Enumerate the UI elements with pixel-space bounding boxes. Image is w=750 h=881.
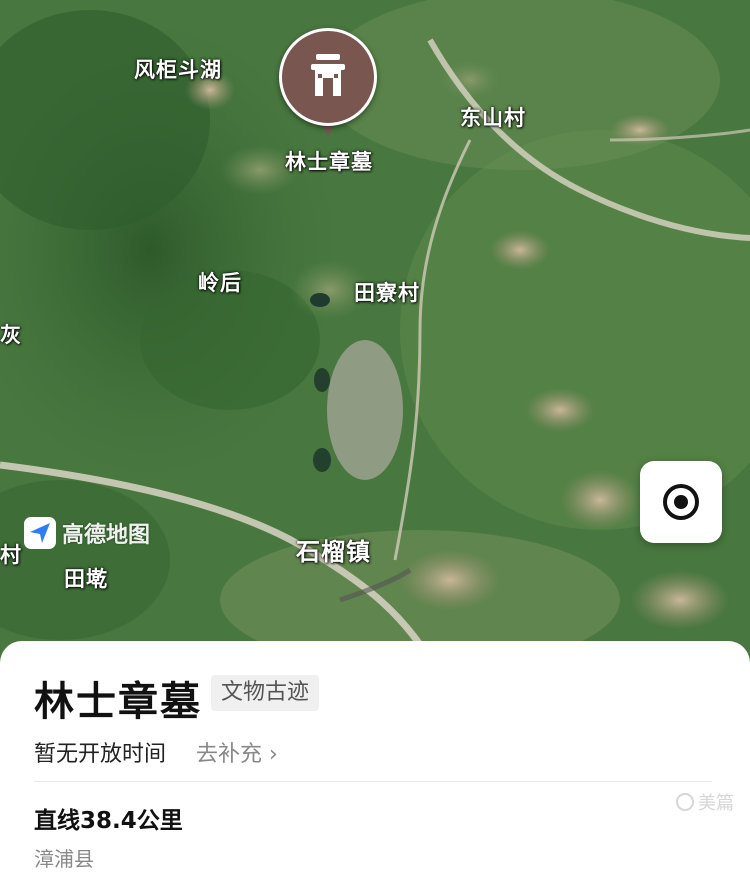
opening-hours-text: 暂无开放时间 (34, 742, 167, 767)
watermark-text: 美篇 (698, 793, 734, 814)
poi-marker[interactable] (279, 28, 377, 140)
place-label-linghou[interactable]: 岭后 (198, 267, 242, 297)
distance-text: 直线38.4公里 (34, 808, 183, 834)
poi-category-tag: 文物古迹 (211, 675, 320, 711)
poi-marker-label[interactable]: 林士章墓 (279, 146, 379, 176)
poi-info-card[interactable]: 林士章墓 文物古迹 暂无开放时间 去补充 › 直线38.4公里 漳浦县 美篇 (0, 641, 750, 881)
locate-icon-dot (674, 495, 688, 509)
place-label-fengjudouhu[interactable]: 风柜斗湖 (134, 54, 222, 84)
place-label-dongshancun[interactable]: 东山村 (460, 102, 526, 132)
amap-logo-icon (24, 517, 56, 549)
pavilion-icon (311, 54, 345, 96)
satellite-map[interactable]: 风柜斗湖 东山村 岭后 田寮村 灰 村 田墘 石榴镇 林士章墓 高德地图 (0, 0, 750, 660)
place-label-cun[interactable]: 村 (0, 539, 22, 569)
place-label-shiliuzhen[interactable]: 石榴镇 (296, 532, 371, 567)
place-label-tiandun[interactable]: 田墘 (64, 563, 108, 593)
map-logo: 高德地图 (24, 516, 150, 550)
place-label-hui[interactable]: 灰 (0, 319, 22, 349)
watermark: 美篇 (676, 789, 734, 815)
locate-button[interactable] (640, 461, 722, 543)
place-label-tianliaocun[interactable]: 田寮村 (354, 277, 420, 307)
map-logo-text: 高德地图 (62, 523, 151, 548)
district-text: 漳浦县 (34, 847, 94, 871)
add-info-link[interactable]: 去补充 › (196, 736, 278, 768)
poi-title: 林士章墓 (34, 679, 202, 725)
watermark-icon (676, 793, 694, 811)
card-divider (34, 781, 712, 782)
